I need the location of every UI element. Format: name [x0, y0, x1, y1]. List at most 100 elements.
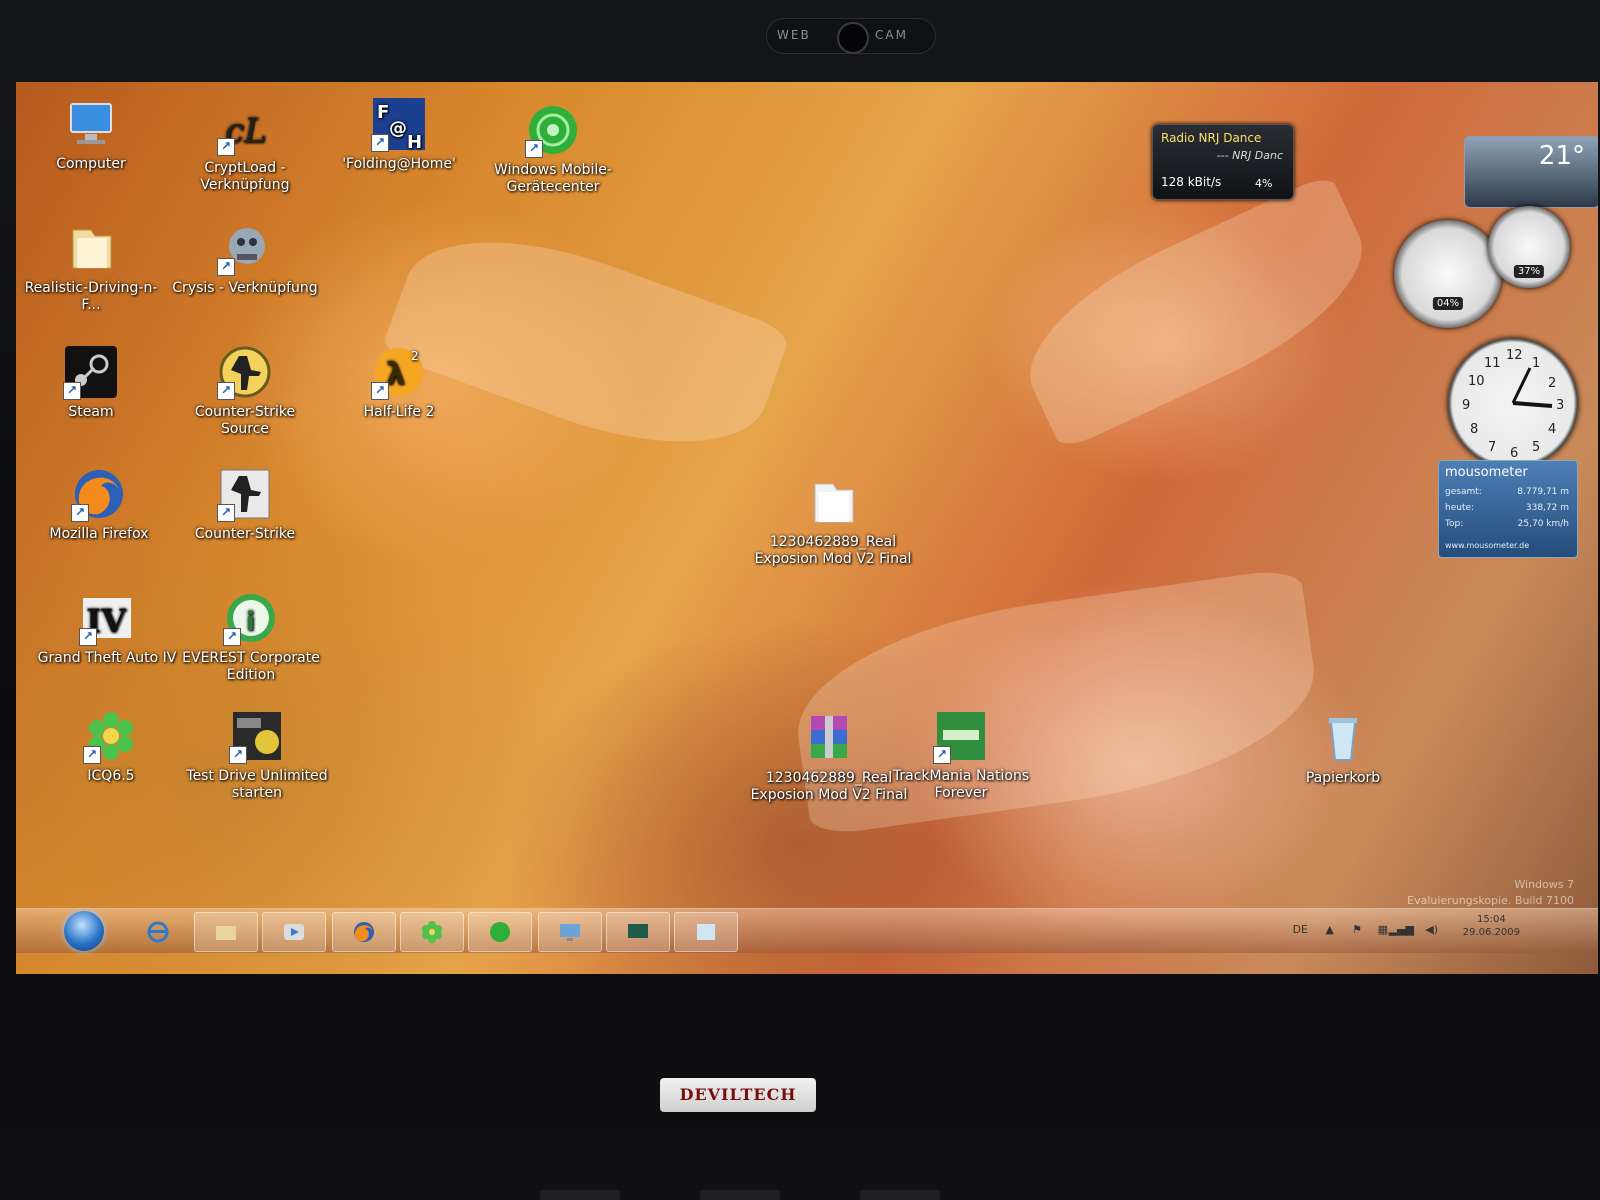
icon-label: Windows Mobile-Gerätecenter	[494, 162, 612, 195]
shortcut-arrow-icon: ↗	[217, 138, 235, 156]
icon-label: Mozilla Firefox	[49, 526, 149, 542]
desktop-icon-folding-at-home[interactable]: F @ H ↗ 'Folding@Home'	[324, 96, 474, 173]
mousometer-row: heute: 338,72 m	[1445, 503, 1569, 513]
taskbar-remote-desktop-button[interactable]	[538, 912, 602, 952]
svg-text:2: 2	[411, 349, 419, 363]
tray-clock[interactable]: 15:04 29.06.2009	[1463, 913, 1520, 939]
radio-gadget[interactable]: Radio NRJ Dance --- NRJ Danc 128 kBit/s …	[1152, 124, 1294, 200]
webcam-lens	[837, 22, 869, 54]
webcam-label-right: CAM	[875, 28, 908, 42]
desktop-icon-windows-mobile[interactable]: ↗ Windows Mobile-Gerätecenter	[478, 102, 628, 196]
taskbar-media-player-button[interactable]	[262, 912, 326, 952]
tray-date: 29.06.2009	[1462, 927, 1520, 938]
taskbar-ie-button[interactable]	[126, 912, 190, 952]
desktop-screen: Computer cL ↗ CryptLoad - Verknüpfung F @ H…	[16, 82, 1598, 974]
icon-label: Computer	[56, 156, 126, 172]
shortcut-arrow-icon: ↗	[217, 258, 235, 276]
hinge	[860, 1190, 940, 1200]
desktop-icon-test-drive[interactable]: ↗ Test Drive Unlimited starten	[182, 708, 332, 802]
wallpaper-leaf	[380, 201, 792, 483]
desktop-icon-gta-iv[interactable]: IV ↗ Grand Theft Auto IV	[32, 590, 182, 667]
radio-title: Radio NRJ Dance	[1161, 131, 1262, 145]
ram-gauge: 37%	[1488, 206, 1570, 288]
radio-station: --- NRJ Danc	[1216, 149, 1283, 162]
mousometer-footer: www.mousometer.de	[1445, 541, 1530, 550]
desktop-icon-cryptload[interactable]: cL ↗ CryptLoad - Verknüpfung	[170, 100, 320, 194]
monitor-icon	[628, 924, 648, 938]
shortcut-arrow-icon: ↗	[83, 746, 101, 764]
radio-bitrate: 128 kBit/s	[1161, 175, 1222, 189]
folder-icon	[216, 926, 236, 940]
tray-signal-icon[interactable]: ▂▄▆	[1389, 923, 1414, 936]
folder-icon	[814, 483, 854, 523]
desktop-icon-icq[interactable]: ↗ ICQ6.5	[36, 708, 186, 785]
watermark-line2: Evaluierungskopie. Build 7100	[1407, 894, 1574, 907]
weather-gadget[interactable]: 21°	[1464, 136, 1598, 208]
icon-label: 1230462889_Real Exposion Mod V2 Final	[754, 534, 912, 567]
tray-show-hidden-icon[interactable]: ▲	[1326, 923, 1334, 936]
webcam: WEB CAM	[766, 18, 936, 54]
tray-volume-icon[interactable]: ◀)	[1425, 923, 1438, 936]
shortcut-arrow-icon: ↗	[371, 382, 389, 400]
taskbar-icq-button[interactable]	[400, 912, 464, 952]
paint-icon	[697, 924, 715, 940]
tray-network-icon[interactable]: ▦	[1378, 923, 1388, 936]
icon-label: Counter-Strike	[194, 526, 296, 542]
svg-text:F: F	[377, 102, 389, 123]
icon-label: Counter-Strike Source	[194, 404, 296, 437]
brand-logo: DEVILTECH	[660, 1078, 816, 1112]
shortcut-arrow-icon: ↗	[223, 628, 241, 646]
tray-flag-icon[interactable]: ⚑	[1352, 923, 1362, 936]
tray-language[interactable]: DE	[1293, 923, 1308, 936]
firefox-icon	[354, 922, 374, 942]
hinge	[540, 1190, 620, 1200]
desktop-icon-recycle-bin[interactable]: Papierkorb	[1268, 710, 1418, 787]
taskbar-paint-button[interactable]	[674, 912, 738, 952]
icon-label: Crysis - Verknüpfung	[172, 280, 318, 296]
mousometer-row: Top: 25,70 km/h	[1445, 519, 1569, 529]
desktop-icon-crysis[interactable]: ↗ Crysis - Verknüpfung	[170, 220, 320, 297]
desktop-icon-counter-strike-source[interactable]: ↗ Counter-Strike Source	[170, 344, 320, 438]
weather-temperature: 21°	[1538, 141, 1585, 171]
icon-label: Test Drive Unlimited starten	[186, 768, 328, 801]
icon-label: TrackMania Nations Forever	[892, 768, 1030, 801]
taskbar-firefox-button[interactable]	[332, 912, 396, 952]
svg-text:@: @	[389, 118, 407, 139]
watermark-line1: Windows 7	[1514, 878, 1574, 891]
wallpaper-leaf	[1003, 172, 1389, 452]
shortcut-arrow-icon: ↗	[933, 746, 951, 764]
cpu-value: 04%	[1432, 297, 1464, 310]
taskbar-windows-mobile-button[interactable]	[468, 912, 532, 952]
taskbar-monitor-button[interactable]	[606, 912, 670, 952]
desktop-icon-computer[interactable]: Computer	[16, 96, 166, 173]
desktop-icon-trackmania[interactable]: ↗ TrackMania Nations Forever	[886, 708, 1036, 802]
tray-time: 15:04	[1476, 914, 1506, 925]
winrar-icon	[811, 716, 847, 758]
desktop-icon-steam[interactable]: ↗ Steam	[16, 344, 166, 421]
internet-explorer-icon	[147, 921, 169, 943]
webcam-label-left: WEB	[777, 28, 811, 42]
ram-value: 37%	[1513, 265, 1545, 278]
shortcut-arrow-icon: ↗	[63, 382, 81, 400]
desktop-icon-real-exposion-folder[interactable]: 1230462889_Real Exposion Mod V2 Final	[748, 474, 918, 568]
icon-label: Papierkorb	[1305, 770, 1381, 786]
icq-icon	[422, 921, 442, 943]
remote-desktop-icon	[560, 924, 580, 941]
icon-label: Realistic-Driving-n-F...	[24, 280, 158, 313]
start-orb-button[interactable]	[64, 911, 104, 951]
mousometer-gadget[interactable]: mousometer gesamt: 8.779,71 m heute: 338,7…	[1438, 460, 1578, 558]
desktop-icon-half-life-2[interactable]: λ 2 ↗ Half-Life 2	[324, 344, 474, 421]
shortcut-arrow-icon: ↗	[71, 504, 89, 522]
desktop-icon-counter-strike[interactable]: ↗ Counter-Strike	[170, 466, 320, 543]
hinge	[700, 1190, 780, 1200]
windows-mobile-icon	[490, 922, 510, 942]
taskbar-explorer-button[interactable]	[194, 912, 258, 952]
computer-icon	[70, 103, 112, 144]
icon-label: EVEREST Corporate Edition	[182, 650, 320, 683]
desktop-icon-everest[interactable]: i ↗ EVEREST Corporate Edition	[176, 590, 326, 684]
recycle-bin-icon	[1329, 718, 1357, 761]
svg-text:i: i	[246, 607, 255, 637]
desktop-icon-realistic-driving[interactable]: Realistic-Driving-n-F...	[16, 220, 166, 314]
shortcut-arrow-icon: ↗	[525, 140, 543, 158]
desktop-icon-firefox[interactable]: ↗ Mozilla Firefox	[24, 466, 174, 543]
